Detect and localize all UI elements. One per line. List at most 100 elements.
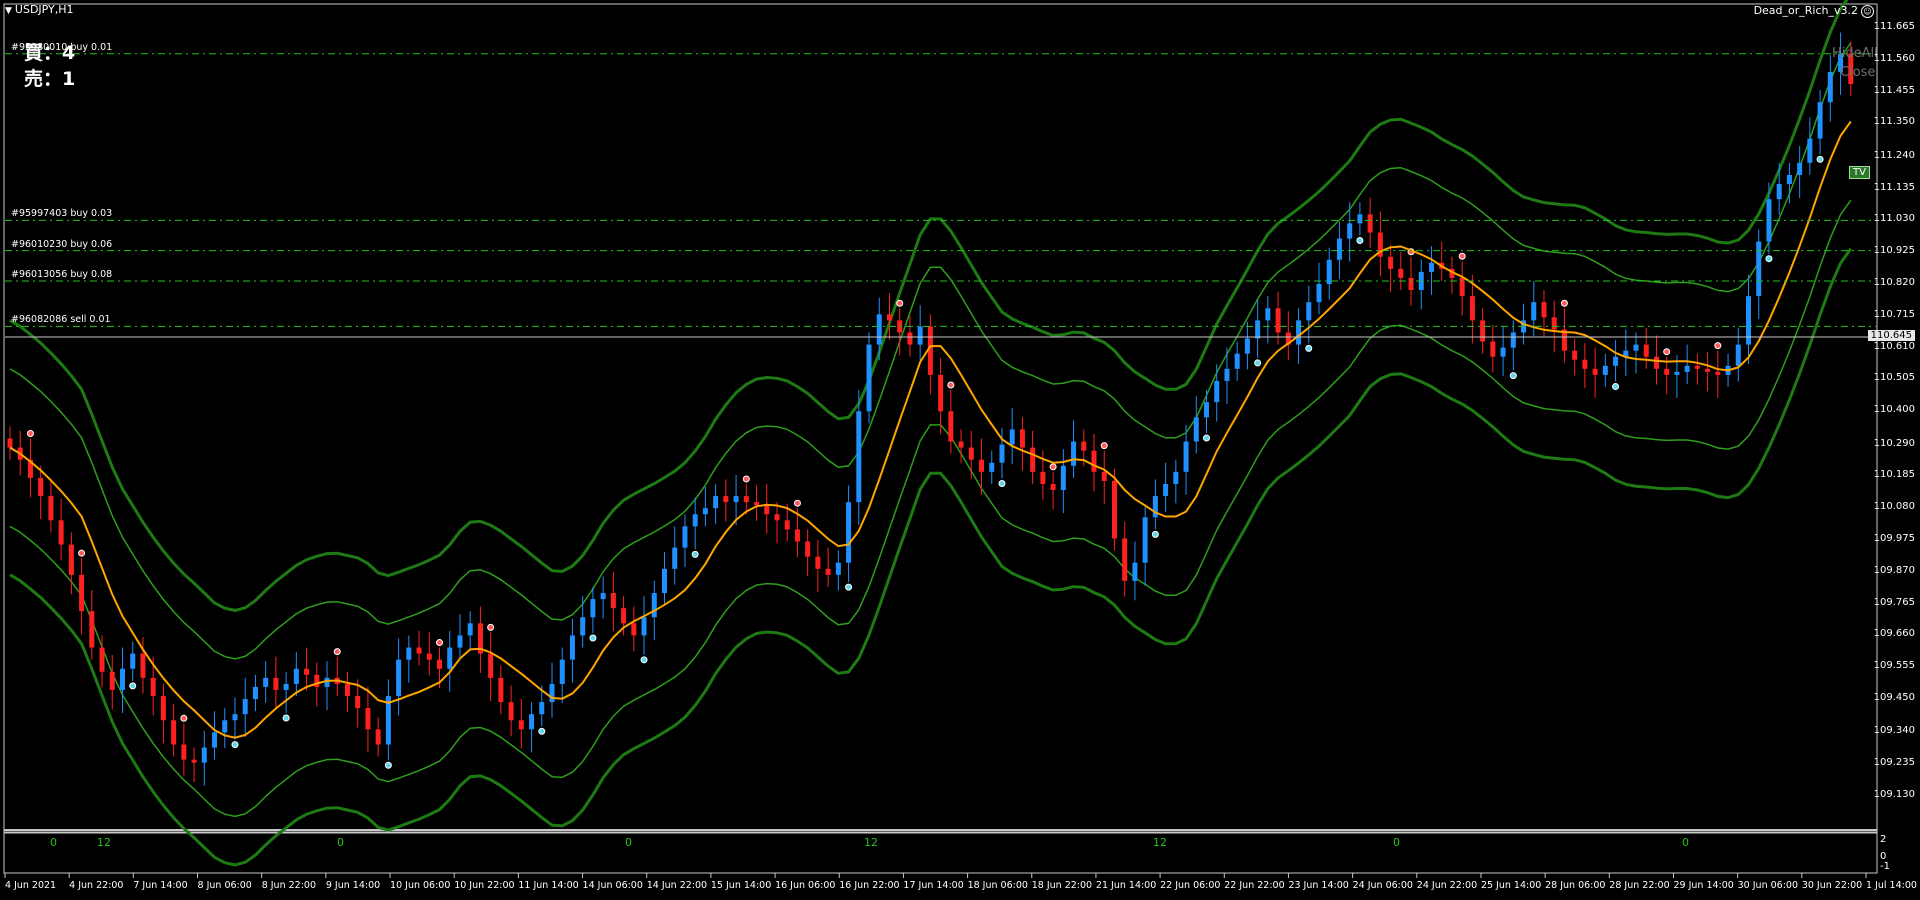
candle-bull xyxy=(201,747,207,763)
candle-bear xyxy=(815,556,821,569)
candle-bear xyxy=(979,459,985,472)
trade-marker xyxy=(78,549,86,557)
candle-bull xyxy=(1756,241,1762,297)
time-tick-label: 24 Jun 06:00 xyxy=(1352,880,1413,891)
trade-marker xyxy=(487,623,495,631)
price-chart[interactable] xyxy=(0,0,1920,900)
candle-bear xyxy=(1275,308,1281,333)
dropdown-triangle-icon[interactable]: ▼ xyxy=(5,6,12,16)
candle-bear xyxy=(140,653,146,678)
time-tick-label: 22 Jun 06:00 xyxy=(1160,880,1221,891)
candle-bull xyxy=(283,683,289,690)
candle-bull xyxy=(1357,214,1363,224)
candle-bull xyxy=(1204,402,1210,418)
candle-bull xyxy=(1173,471,1179,484)
candle-bear xyxy=(968,447,974,460)
candle-bear xyxy=(621,608,627,624)
sub-window-label: 0 xyxy=(1682,836,1689,849)
trade-marker xyxy=(1203,434,1211,442)
candle-bear xyxy=(1715,371,1721,375)
candle-bear xyxy=(1101,471,1107,481)
candle-bear xyxy=(1705,368,1711,372)
trade-marker xyxy=(1663,348,1671,356)
candle-bear xyxy=(784,520,790,530)
candle-bear xyxy=(437,659,443,669)
trade-marker xyxy=(793,499,801,507)
price-tick-label: 109.450 xyxy=(1873,692,1915,704)
candle-bear xyxy=(365,708,371,730)
candle-bull xyxy=(1234,353,1240,369)
candle-bull xyxy=(1296,320,1302,345)
trade-marker xyxy=(845,583,853,591)
price-tick-label: 111.240 xyxy=(1873,149,1915,161)
candle-bear xyxy=(1122,538,1128,581)
order-label[interactable]: #95980010 buy 0.01 xyxy=(11,42,112,53)
candle-bear xyxy=(375,729,381,745)
candle-bear xyxy=(958,441,964,448)
candle-bull xyxy=(222,720,228,733)
close-button[interactable]: Close xyxy=(1840,65,1875,80)
candle-bull xyxy=(406,647,412,660)
trade-marker xyxy=(1509,372,1517,380)
trade-marker xyxy=(998,479,1006,487)
candle-bear xyxy=(948,411,954,442)
candle-bull xyxy=(457,635,463,648)
candle-bull xyxy=(529,714,535,730)
candle-bull xyxy=(661,568,667,594)
sub-window-label: 0 xyxy=(625,836,632,849)
candle-bear xyxy=(764,505,770,515)
order-label[interactable]: #95997403 buy 0.03 xyxy=(11,208,112,219)
price-tick-label: 109.340 xyxy=(1873,725,1915,737)
candle-bull xyxy=(467,623,473,636)
sub-window-label: 0 xyxy=(337,836,344,849)
candle-bear xyxy=(1572,350,1578,360)
candle-bear xyxy=(89,611,95,648)
order-label[interactable]: #96082086 sell 0.01 xyxy=(11,314,111,325)
candle-bear xyxy=(1653,356,1659,369)
candle-bear xyxy=(1050,483,1056,491)
time-tick-label: 17 Jun 14:00 xyxy=(903,880,964,891)
candle-bull xyxy=(1183,441,1189,472)
candle-bear xyxy=(99,647,105,672)
price-tick-label: 110.080 xyxy=(1873,501,1915,513)
candle-bull xyxy=(999,444,1005,463)
candle-bear xyxy=(1694,365,1700,369)
candle-bull xyxy=(989,462,995,472)
candle-bull xyxy=(1613,356,1619,366)
expert-advisor-label[interactable]: Dead_or_Rich_v3.2 ☺ xyxy=(1754,4,1874,18)
candle-bull xyxy=(1633,344,1639,351)
hide-all-button[interactable]: HideAll xyxy=(1832,46,1878,61)
time-tick-label: 10 Jun 06:00 xyxy=(390,880,451,891)
candle-bear xyxy=(488,653,494,678)
tv-button[interactable]: TV xyxy=(1849,166,1870,179)
candle-bear xyxy=(1408,277,1414,291)
candle-bull xyxy=(1786,174,1792,185)
candle-bear xyxy=(907,332,913,345)
time-tick-label: 7 Jun 14:00 xyxy=(133,880,188,891)
candle-bull xyxy=(1827,71,1833,103)
candle-bull xyxy=(835,562,841,575)
candle-bear xyxy=(774,514,780,521)
candle-bull xyxy=(866,344,872,412)
candle-bull xyxy=(1817,102,1823,139)
candle-bull xyxy=(580,617,586,636)
mt4-chart-window[interactable]: ▼ USDJPY,H1 Dead_or_Rich_v3.2 ☺ 買：4 売：1 #9… xyxy=(0,0,1920,900)
candle-bull xyxy=(1244,338,1250,354)
candle-bear xyxy=(1030,447,1036,472)
trade-marker xyxy=(282,714,290,722)
order-label[interactable]: #96010230 buy 0.06 xyxy=(11,239,112,250)
order-label[interactable]: #96013056 buy 0.08 xyxy=(11,269,112,280)
candle-bear xyxy=(1081,441,1087,451)
candle-bull xyxy=(733,496,739,503)
sub-window-label: 12 xyxy=(864,836,878,849)
candle-bull xyxy=(1306,302,1312,321)
candle-bull xyxy=(641,617,647,636)
trade-marker xyxy=(1151,530,1159,538)
candle-bear xyxy=(1551,317,1557,330)
candle-bear xyxy=(7,438,13,448)
candle-bear xyxy=(518,720,524,730)
candle-bull xyxy=(130,653,136,669)
trade-marker xyxy=(538,727,546,735)
trade-marker xyxy=(1356,237,1364,245)
candle-bull xyxy=(119,668,125,690)
